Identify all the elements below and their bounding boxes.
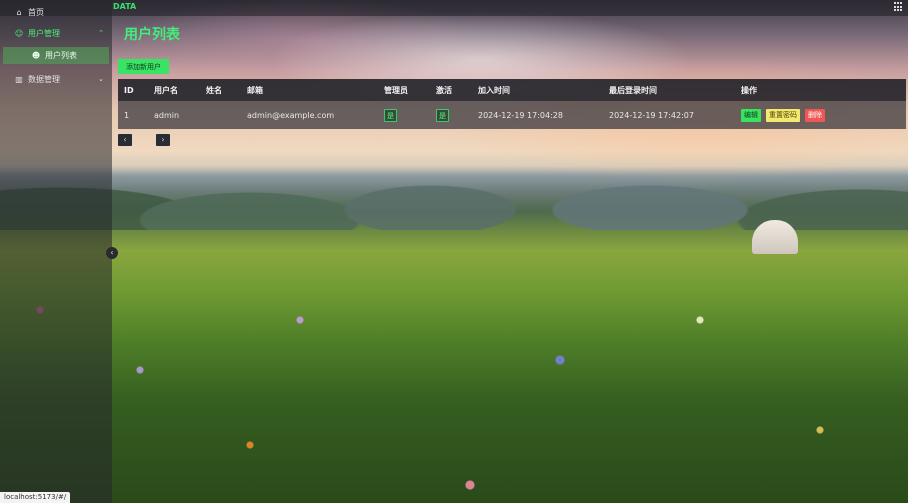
sidebar-item-user-list[interactable]: ☻ 用户列表 (3, 47, 109, 64)
cell-last-login: 2024-12-19 17:42:07 (609, 110, 694, 120)
users-icon: ☺ (14, 28, 24, 38)
cell-joined: 2024-12-19 17:04:28 (478, 110, 563, 120)
sidebar-item-home[interactable]: ⌂ 首页 (0, 3, 112, 21)
column-header-last-login[interactable]: 最后登录时间 (609, 79, 657, 101)
sidebar-item-label: 用户管理 (28, 28, 60, 38)
admin-badge: 是 (384, 108, 397, 122)
column-header-active[interactable]: 激活 (436, 79, 452, 101)
brand-label: DATA (113, 2, 137, 11)
column-header-admin[interactable]: 管理员 (384, 79, 408, 101)
cell-username: admin (154, 110, 180, 120)
next-page-button[interactable]: › (156, 134, 170, 146)
cell-actions: 编辑 重置密码 删除 (741, 101, 830, 129)
chevron-down-icon: ⌄ (98, 75, 104, 83)
active-badge: 是 (436, 108, 449, 122)
add-user-button[interactable]: 添加新用户 (118, 59, 169, 74)
home-icon: ⌂ (16, 7, 22, 17)
sidebar-item-data-management[interactable]: ▥ 数据管理 ⌄ (0, 70, 112, 88)
table-header: ID 用户名 姓名 邮箱 管理员 激活 加入时间 最后登录时间 操作 (118, 79, 906, 101)
cell-id: 1 (124, 110, 130, 120)
table-row: 1 admin admin@example.com 是 是 2024-12-19… (118, 101, 906, 129)
chevron-left-icon: ‹ (110, 248, 114, 257)
column-header-name[interactable]: 姓名 (206, 79, 222, 101)
sidebar-item-user-management[interactable]: ☺ 用户管理 ⌃ (0, 24, 112, 42)
status-url: localhost:5173/#/ (0, 492, 71, 503)
sidebar-item-label: 数据管理 (28, 74, 60, 84)
sidebar-item-label: 首页 (28, 7, 44, 17)
background-flowers (0, 270, 908, 503)
sidebar-collapse-button[interactable]: ‹ (106, 247, 118, 259)
top-bar: DATA (0, 0, 908, 16)
background-yurt (752, 220, 798, 254)
users-table: ID 用户名 姓名 邮箱 管理员 激活 加入时间 最后登录时间 操作 1 adm… (118, 79, 906, 129)
sidebar-item-label: 用户列表 (45, 51, 77, 60)
chart-icon: ▥ (15, 74, 23, 84)
prev-page-button[interactable]: ‹ (118, 134, 132, 146)
user-group-icon: ☻ (31, 51, 41, 60)
column-header-username[interactable]: 用户名 (154, 79, 178, 101)
reset-password-button[interactable]: 重置密码 (766, 108, 800, 122)
background-mountains (0, 150, 908, 230)
delete-button[interactable]: 删除 (805, 108, 825, 122)
sidebar: ⌂ 首页 ☺ 用户管理 ⌃ ☻ 用户列表 ▥ 数据管理 ⌄ (0, 0, 112, 503)
pagination: ‹ › (118, 134, 170, 146)
cell-active: 是 (436, 101, 449, 129)
page-title: 用户列表 (124, 27, 180, 43)
chevron-up-icon: ⌃ (98, 29, 104, 37)
column-header-id[interactable]: ID (124, 79, 134, 101)
grid-icon[interactable] (894, 2, 904, 12)
column-header-email[interactable]: 邮箱 (247, 79, 263, 101)
cell-admin: 是 (384, 101, 397, 129)
column-header-joined[interactable]: 加入时间 (478, 79, 510, 101)
edit-button[interactable]: 编辑 (741, 108, 761, 122)
column-header-actions: 操作 (741, 85, 757, 95)
cell-email: admin@example.com (247, 110, 335, 120)
